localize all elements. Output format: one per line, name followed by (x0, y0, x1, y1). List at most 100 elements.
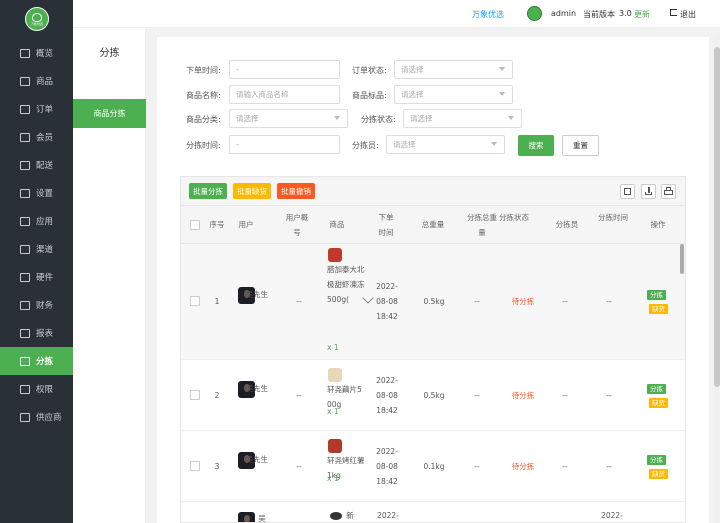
product-image (328, 248, 342, 262)
sidebar-item-13[interactable]: 供应商 (0, 403, 73, 431)
product-image (330, 512, 342, 520)
batch-shortage-button[interactable]: 批量缺货 (233, 183, 271, 199)
product-category-select[interactable]: 请选择 (229, 109, 348, 128)
shortage-action-button[interactable]: 缺货 (649, 304, 668, 314)
col-header-status: 分拣状态 (499, 213, 529, 222)
user-icon (20, 412, 30, 422)
sort-status: 待分拣 (511, 297, 535, 306)
order-time: 2022-08-08 18:42 (376, 446, 398, 486)
sort-status: 待分拣 (511, 461, 535, 471)
subnav-title: 分拣 (99, 48, 120, 59)
order-time-input[interactable]: - (229, 60, 340, 79)
sidebar-item-0[interactable]: 概览 (0, 39, 73, 67)
order-status-select[interactable]: 请选择 (394, 60, 513, 79)
sidebar-item-11[interactable]: 分拣 (0, 347, 73, 375)
total-weight: 0.1kg (423, 461, 445, 471)
sort-time-input[interactable]: - (229, 135, 340, 154)
cube-icon (20, 244, 30, 254)
sort-weight: -- (474, 297, 480, 306)
users-icon (20, 132, 30, 142)
sidebar-item-12[interactable]: 权限 (0, 375, 73, 403)
row-index: 2 (214, 390, 220, 400)
logo: 万象优选 (25, 7, 49, 31)
sidebar-item-label: 渠道 (36, 245, 54, 255)
version-number: 3.0 (619, 9, 632, 18)
sidebar-item-1[interactable]: 商品 (0, 67, 73, 95)
product-image (328, 368, 342, 382)
table-row[interactable]: 吴 新 2022- 2022- (181, 502, 685, 522)
table-row[interactable]: 2 吴先生 -- 轩尧藕片500g x 1 2022-08-08 18:42 0.5kg --… (181, 360, 685, 431)
sort-action-button[interactable]: 分拣 (647, 383, 666, 394)
update-link[interactable]: 更新 (634, 9, 650, 20)
bar-chart-icon (20, 328, 30, 338)
sidebar-item-6[interactable]: 应用 (0, 207, 73, 235)
avatar[interactable] (527, 6, 542, 21)
row-checkbox[interactable] (190, 389, 200, 400)
columns-icon[interactable] (620, 184, 635, 199)
user-no: -- (296, 390, 302, 400)
shortage-action-button[interactable]: 缺货 (649, 468, 668, 479)
product-category-label: 商品分类: (186, 115, 221, 124)
product-name: 腊加泰大北极甜虾凍冻500g( (327, 265, 365, 304)
brand-link[interactable]: 万象优选 (472, 9, 504, 20)
top-bar: 万象优选 admin 当前版本 3.0 更新 退出 (73, 0, 720, 28)
sort-status: 待分拣 (511, 390, 535, 400)
table-toolbar: 批量分拣 批量缺货 批量撤销 (181, 177, 685, 206)
sidebar-item-10[interactable]: 报表 (0, 319, 73, 347)
row-checkbox[interactable] (190, 460, 200, 471)
cloud-icon (20, 356, 30, 366)
sorter: -- (562, 461, 568, 471)
sorter-label: 分拣员: (352, 141, 379, 150)
logo-tree-icon (32, 13, 42, 22)
sort-action-button[interactable]: 分拣 (647, 290, 666, 300)
select-all-checkbox[interactable] (190, 220, 200, 230)
sidebar-item-7[interactable]: 渠道 (0, 235, 73, 263)
page-scrollbar-thumb[interactable] (714, 47, 720, 387)
product-name-label: 商品名称: (186, 91, 221, 100)
product-name-input[interactable]: 请输入商品名称 (229, 85, 340, 104)
sub-nav: 分拣 商品分拣 (73, 28, 146, 523)
batch-cancel-button[interactable]: 批量撤销 (277, 183, 315, 199)
table-row[interactable]: 3 吴先生 -- 轩尧烤红薯1kg x 1 2022-08-08 18:42 0.1kg --… (181, 431, 685, 502)
page-scrollbar[interactable] (714, 37, 720, 523)
sidebar-item-label: 会员 (36, 133, 54, 143)
sidebar-item-2[interactable]: 订单 (0, 95, 73, 123)
row-checkbox[interactable] (190, 296, 200, 306)
table-row[interactable]: 1 吴先生 -- 腊加泰大北极甜虾凍冻500g(x 1 2022-08-08 18:42… (181, 244, 685, 360)
search-button[interactable]: 搜索 (518, 135, 554, 156)
sidebar-item-label: 硬件 (36, 273, 54, 283)
username[interactable]: admin (551, 9, 576, 18)
product-qty: x 1 (327, 474, 339, 483)
sidebar-item-label: 订单 (36, 105, 54, 115)
sidebar-item-label: 报表 (36, 329, 54, 339)
reset-button[interactable]: 重置 (562, 135, 599, 156)
monitor-icon (20, 272, 30, 282)
sort-action-button[interactable]: 分拣 (647, 454, 666, 465)
sort-status-select[interactable]: 请选择 (403, 109, 522, 128)
sidebar-item-5[interactable]: 设置 (0, 179, 73, 207)
table-scrollbar[interactable] (680, 244, 684, 522)
logout-icon[interactable] (670, 9, 677, 16)
sidebar-item-8[interactable]: 硬件 (0, 263, 73, 291)
sidebar-item-3[interactable]: 会员 (0, 123, 73, 151)
product-tag-select[interactable]: 请选择 (394, 85, 513, 104)
table-header: 序号 用户 用户概号 商品 下单时间 总重量 分拣总重量 分拣状态 分拣员 分拣时间 操作 (181, 206, 685, 244)
sidebar-item-4[interactable]: 配送 (0, 151, 73, 179)
print-icon[interactable] (661, 184, 676, 199)
col-header-order-time: 下单时间 (378, 213, 394, 237)
logo-text: 万象优选 (30, 22, 43, 26)
logout-link[interactable]: 退出 (680, 9, 696, 20)
monitor-icon (20, 48, 30, 58)
export-icon[interactable] (641, 184, 656, 199)
sidebar-item-9[interactable]: 财务 (0, 291, 73, 319)
order-time: 2022-08-08 18:42 (376, 282, 398, 321)
sidebar-item-label: 配送 (36, 161, 54, 171)
subnav-item-product-sorting[interactable]: 商品分拣 (73, 99, 146, 128)
yen-icon (20, 300, 30, 310)
user-no: -- (296, 461, 302, 471)
batch-sort-button[interactable]: 批量分拣 (189, 183, 227, 199)
sorter-select[interactable]: 请选择 (386, 135, 505, 154)
shortage-action-button[interactable]: 缺货 (649, 397, 668, 408)
truck-icon (20, 160, 30, 170)
total-weight: 0.5kg (423, 390, 445, 400)
